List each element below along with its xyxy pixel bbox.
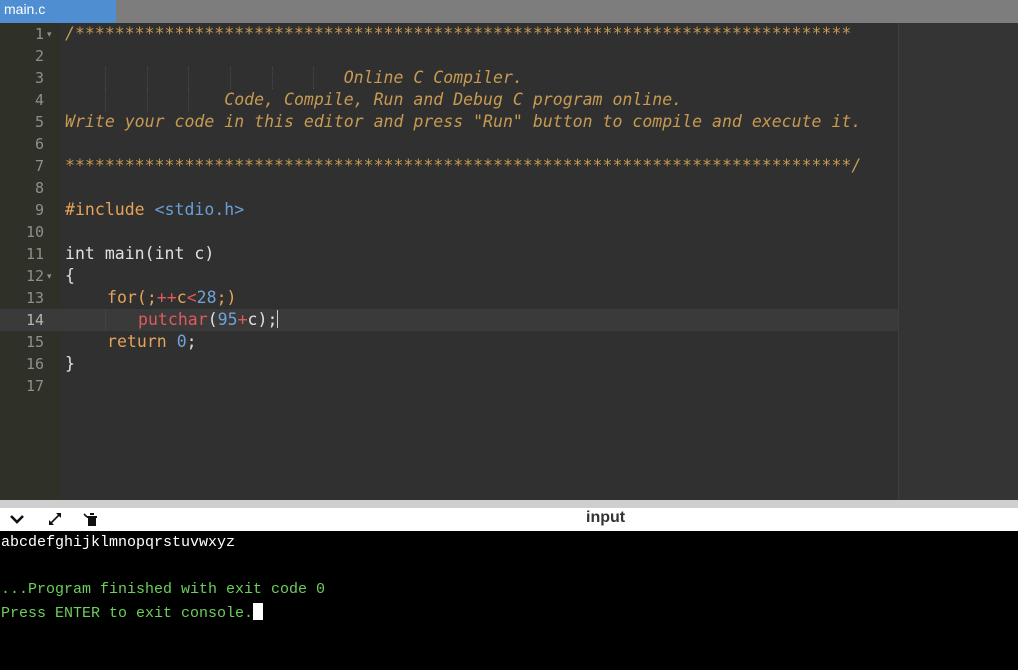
line-number: 3 (34, 69, 44, 87)
code-token: 28 (196, 288, 217, 307)
line-number: 9 (34, 201, 44, 219)
code-line[interactable]: 2 (0, 45, 1018, 67)
line-number: 16 (25, 355, 44, 373)
comment-text: Online C Compiler. (65, 68, 523, 87)
code-line-active[interactable]: 14 putchar(95+c); (0, 309, 1018, 331)
code-line[interactable]: 7 **************************************… (0, 155, 1018, 177)
line-number: 15 (25, 333, 44, 351)
code-line[interactable]: 12 ▾ { (0, 265, 1018, 287)
preprocessor-directive: #include (65, 200, 145, 219)
chevron-down-icon[interactable] (8, 511, 26, 529)
code-line[interactable]: 16 } (0, 353, 1018, 375)
line-number: 5 (34, 113, 44, 131)
code-line[interactable]: 11 int main(int c) (0, 243, 1018, 265)
fold-arrow-icon[interactable]: ▾ (47, 23, 57, 45)
program-output: abcdefghijklmnopqrstuvwxyz (1, 534, 236, 551)
press-enter-prompt: Press ENTER to exit console. (1, 603, 264, 624)
open-brace: { (65, 266, 75, 285)
code-line[interactable]: 13 for(;++c<28;) (0, 287, 1018, 309)
code-line[interactable]: 3 Online C Compiler. (0, 67, 1018, 89)
code-line[interactable]: 9 #include <stdio.h> (0, 199, 1018, 221)
expand-icon[interactable] (46, 511, 64, 529)
code-token: 0 (176, 332, 187, 351)
code-line[interactable]: 10 (0, 221, 1018, 243)
code-line[interactable]: 1 ▾ /***********************************… (0, 23, 1018, 45)
panel-resizer[interactable] (0, 500, 1018, 508)
input-tab-label[interactable]: input (586, 508, 625, 531)
line-number: 2 (34, 47, 44, 65)
tab-main-c[interactable]: main.c (0, 0, 116, 23)
code-token: 95 (217, 310, 238, 329)
code-token: ; (186, 332, 197, 351)
line-number: 8 (34, 179, 44, 197)
text-cursor (277, 310, 279, 328)
tab-bar: main.c (0, 0, 1018, 23)
comment-text: /***************************************… (65, 24, 852, 43)
line-number: 6 (34, 135, 44, 153)
function-signature: int main(int c) (65, 244, 215, 263)
code-token: c); (247, 310, 278, 329)
code-line[interactable]: 15 return 0; (0, 331, 1018, 353)
code-line[interactable]: 17 (0, 375, 1018, 397)
console-cursor (253, 603, 264, 620)
putchar-call: putchar (138, 310, 208, 329)
comment-text: Write your code in this editor and press… (65, 112, 862, 131)
clear-console-icon[interactable] (82, 511, 100, 529)
output-console[interactable]: abcdefghijklmnopqrstuvwxyz ...Program fi… (0, 531, 1018, 670)
code-editor[interactable]: 1 ▾ /***********************************… (0, 23, 1018, 500)
press-enter-text: Press ENTER to exit console. (1, 605, 254, 622)
line-number: 17 (25, 377, 44, 395)
code-token: c (176, 288, 187, 307)
code-line[interactable]: 6 (0, 133, 1018, 155)
code-token: ( (207, 310, 218, 329)
fold-arrow-icon[interactable]: ▾ (47, 265, 57, 287)
code-token: + (237, 310, 248, 329)
line-number: 10 (25, 223, 44, 241)
return-keyword: return (107, 332, 167, 351)
code-line[interactable]: 4 Code, Compile, Run and Debug C program… (0, 89, 1018, 111)
code-token: < (186, 288, 197, 307)
line-number: 7 (34, 157, 44, 175)
code-token: ;) (216, 288, 237, 307)
line-number: 14 (0, 309, 60, 331)
comment-text: ****************************************… (65, 156, 862, 175)
exit-status-text: ...Program finished with exit code 0 (1, 581, 326, 598)
include-header: <stdio.h> (154, 200, 245, 219)
code-token: (; (136, 288, 157, 307)
console-toolbar: input (0, 508, 1018, 531)
comment-text: Code, Compile, Run and Debug C program o… (65, 90, 683, 109)
line-number: 13 (25, 289, 44, 307)
code-line[interactable]: 8 (0, 177, 1018, 199)
line-number: 11 (25, 245, 44, 263)
line-number: 4 (34, 91, 44, 109)
close-brace: } (65, 354, 75, 373)
for-keyword: for (107, 288, 137, 307)
code-token: ++ (156, 288, 177, 307)
code-line[interactable]: 5 Write your code in this editor and pre… (0, 111, 1018, 133)
